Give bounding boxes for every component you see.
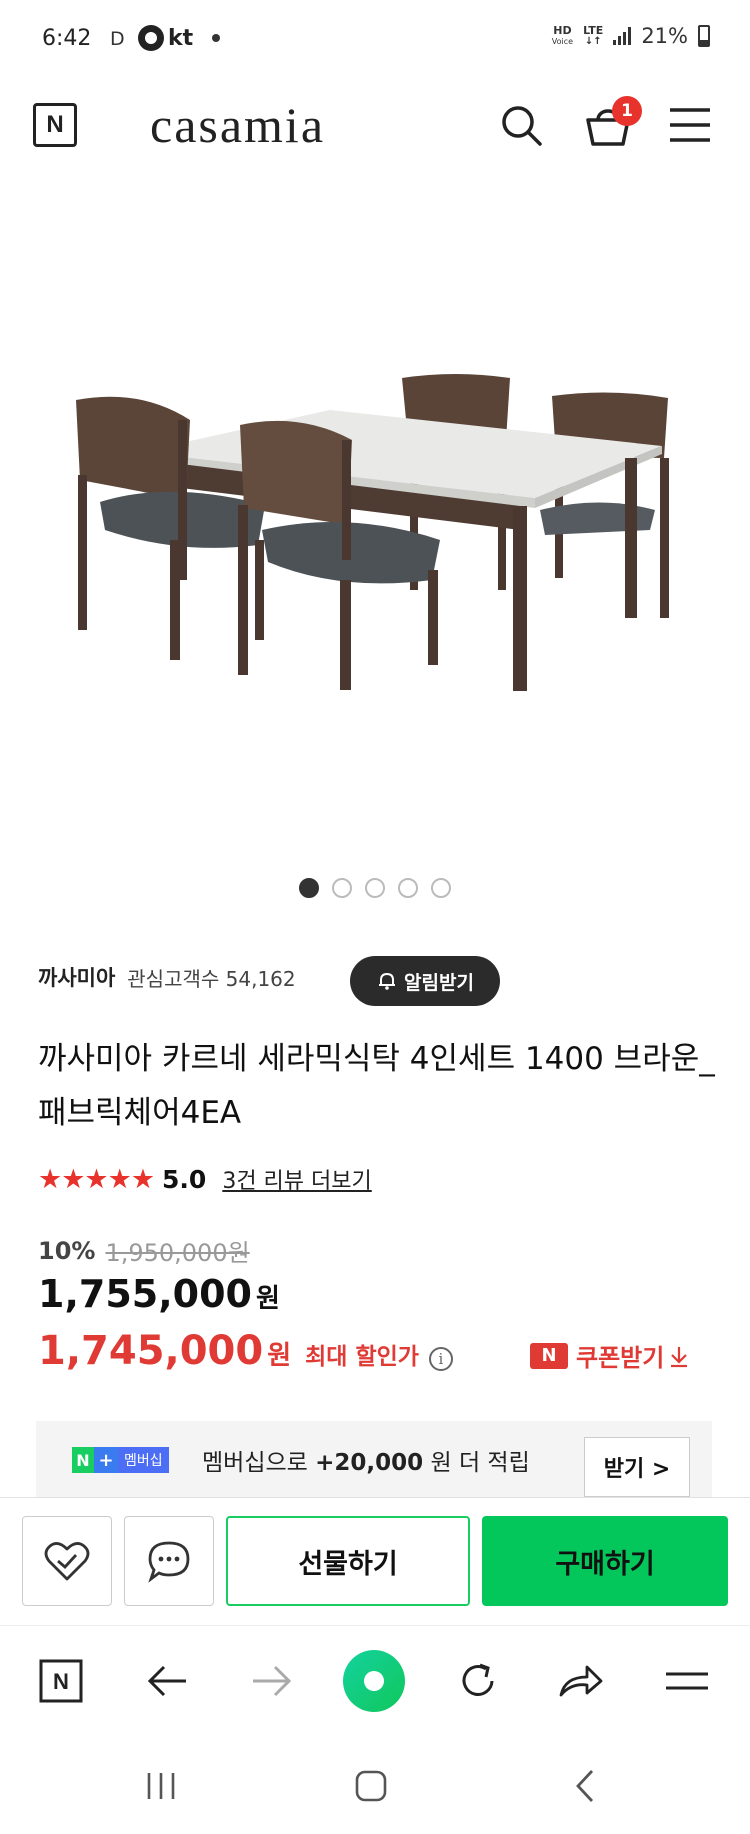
alarm-subscribe-button[interactable]: 알림받기: [350, 956, 500, 1006]
lte-icon: LTE ↓↑: [583, 24, 604, 47]
green-dot-home-icon[interactable]: [342, 1649, 406, 1713]
purchase-bar: 선물하기 구매하기: [0, 1497, 750, 1625]
rating-row: ★★★★★ 5.0 3건 리뷰 더보기: [38, 1163, 372, 1195]
max-discount-label: 최대 할인가: [305, 1344, 419, 1370]
hd-voice-icon: HD Voice: [552, 25, 573, 47]
product-title: 까사미아 카르네 세라믹식탁 4인세트 1400 브라운_패브릭체어4EA: [38, 1041, 715, 1131]
forward-arrow-icon: [246, 1656, 296, 1706]
browser-toolbar: N: [0, 1625, 750, 1735]
review-link[interactable]: 3건 리뷰 더보기: [222, 1163, 371, 1195]
svg-text:N: N: [53, 1669, 69, 1694]
carrier-logo-icon: [138, 25, 164, 51]
membership-banner: N + 멤버십 멤버십으로 +20,000 원 더 적립 받기 >: [36, 1421, 712, 1497]
browser-menu-icon[interactable]: [662, 1656, 712, 1706]
battery-icon: [698, 25, 710, 47]
badge-n: N: [72, 1447, 94, 1473]
alarm-label: 알림받기: [404, 971, 474, 994]
notification-dot-icon: [212, 34, 220, 42]
membership-text: 멤버십으로 +20,000 원 더 적립: [202, 1443, 530, 1477]
membership-receive-button[interactable]: 받기 >: [584, 1437, 690, 1497]
store-info: 까사미아 관심고객수 54,162: [38, 962, 296, 992]
back-nav-icon[interactable]: [560, 1763, 610, 1809]
max-discount-unit: 원: [267, 1341, 292, 1371]
system-nav-bar: [0, 1735, 750, 1834]
store-name[interactable]: 까사미아: [38, 962, 115, 992]
refresh-icon[interactable]: [453, 1656, 503, 1706]
max-discount-price: 1,745,000 원 최대 할인가 i: [38, 1328, 453, 1374]
rating-score: 5.0: [162, 1164, 207, 1194]
download-icon: [671, 1346, 688, 1367]
naver-plus-membership-badge: N + 멤버십: [72, 1447, 169, 1473]
membership-text-suffix: 원 더 적립: [423, 1450, 530, 1476]
status-indicator: D: [110, 28, 125, 50]
discount-rate: 10%: [38, 1236, 96, 1265]
back-chair-right: [540, 392, 669, 618]
app-header: N casamia: [0, 86, 750, 166]
signal-icon: [613, 27, 632, 45]
pagination-dot[interactable]: [365, 878, 385, 898]
status-bar: 6:42 D kt HD Voice LTE ↓↑ 21%: [0, 0, 750, 80]
sale-price: 1,755,000 원: [38, 1272, 280, 1316]
back-arrow-icon[interactable]: [143, 1656, 193, 1706]
voice-label: Voice: [551, 37, 574, 46]
status-right: HD Voice LTE ↓↑ 21%: [552, 24, 710, 48]
coupon-label: 쿠폰받기: [576, 1344, 665, 1372]
battery-percent: 21%: [641, 24, 688, 48]
pagination-dot[interactable]: [398, 878, 418, 898]
membership-text-prefix: 멤버십으로: [202, 1450, 316, 1476]
pagination-dot[interactable]: [431, 878, 451, 898]
naver-coupon-icon: N: [530, 1342, 568, 1369]
sale-price-amount: 1,755,000: [38, 1272, 252, 1316]
badge-text: 멤버십: [118, 1447, 169, 1473]
chat-bubble-icon: [148, 1541, 190, 1583]
naver-home-icon[interactable]: N: [36, 1656, 86, 1706]
sale-price-unit: 원: [255, 1284, 280, 1314]
carrier: kt: [138, 25, 193, 51]
carrier-label: kt: [168, 25, 194, 51]
brand-logo[interactable]: casamia: [150, 96, 325, 154]
lte-label: LTE: [583, 24, 604, 37]
recent-apps-icon[interactable]: [136, 1763, 186, 1809]
bell-plus-icon: [379, 972, 396, 990]
gift-button[interactable]: 선물하기: [226, 1516, 470, 1606]
product-image[interactable]: [0, 330, 750, 830]
discount-row: 10% 1,950,000원: [38, 1233, 250, 1268]
heart-check-icon: [44, 1542, 90, 1581]
pagination-dot[interactable]: [299, 878, 319, 898]
buy-button[interactable]: 구매하기: [482, 1516, 728, 1606]
pagination-dot[interactable]: [332, 878, 352, 898]
gallery-pagination: [0, 878, 750, 898]
menu-icon[interactable]: [666, 104, 714, 146]
badge-plus: +: [94, 1447, 118, 1473]
home-icon[interactable]: [346, 1763, 396, 1809]
original-price: 1,950,000원: [105, 1239, 250, 1267]
share-arrow-icon[interactable]: [556, 1656, 606, 1706]
max-discount-amount: 1,745,000: [38, 1328, 264, 1374]
info-icon[interactable]: i: [428, 1347, 453, 1371]
membership-points: +20,000: [315, 1450, 424, 1476]
rating-stars-icon: ★★★★★: [38, 1163, 155, 1195]
naver-home-icon[interactable]: N: [33, 103, 77, 147]
wishlist-button[interactable]: [22, 1516, 112, 1606]
coupon-download-button[interactable]: N 쿠폰받기: [530, 1338, 690, 1373]
talktalk-button[interactable]: [124, 1516, 214, 1606]
store-followers: 관심고객수 54,162: [127, 966, 296, 991]
status-time: 6:42: [42, 26, 92, 51]
cart-count-badge: 1: [612, 96, 642, 126]
hd-label: HD: [553, 24, 572, 37]
search-icon[interactable]: [498, 102, 546, 150]
